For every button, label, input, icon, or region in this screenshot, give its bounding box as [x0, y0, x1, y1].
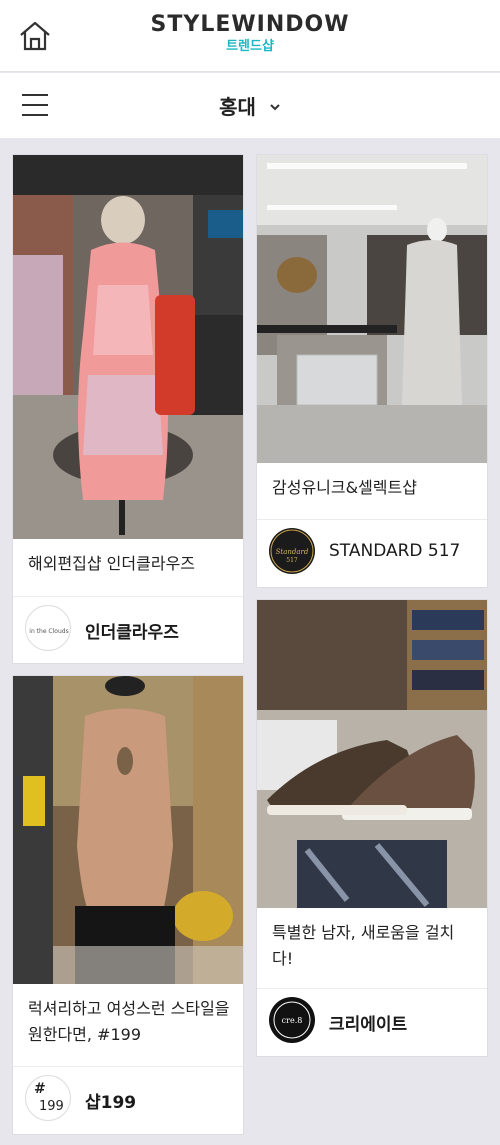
shop-info[interactable]: Standard 517 STANDARD 517 — [267, 528, 477, 578]
shop-info[interactable]: cre.8 크리에이트 — [267, 997, 477, 1047]
avatar-number: 199 — [39, 1099, 64, 1114]
product-photo[interactable] — [257, 155, 487, 463]
card-caption: 감성유니크&셀렉트샵 — [272, 478, 417, 497]
chevron-down-icon — [270, 103, 280, 110]
card-divider — [13, 1066, 243, 1067]
location-selector[interactable]: 홍대 — [0, 91, 500, 120]
product-photo[interactable] — [257, 600, 487, 908]
shop-avatar: # 199 — [25, 1075, 71, 1121]
svg-text:cre.8: cre.8 — [282, 1016, 303, 1025]
top-bar: STYLEWINDOW 트렌드샵 — [0, 0, 500, 72]
location-label: 홍대 — [219, 95, 256, 119]
shop-name: STANDARD 517 — [329, 541, 461, 561]
shop-name: 샵199 — [85, 1093, 137, 1113]
shop-card[interactable]: 해외편집샵 인더클라우즈 in the Clouds 인더클라우즈 — [12, 154, 244, 664]
brand-title: STYLEWINDOW — [150, 12, 350, 37]
shop-info[interactable]: in the Clouds 인더클라우즈 — [23, 605, 233, 655]
shop-card[interactable]: 감성유니크&셀렉트샵 Standard 517 STANDARD 517 — [256, 154, 488, 588]
shop-avatar: in the Clouds — [25, 605, 71, 651]
shop-info[interactable]: # 199 샵199 — [23, 1075, 233, 1125]
card-divider — [13, 596, 243, 597]
product-photo[interactable] — [13, 676, 243, 984]
shop-card[interactable]: 럭셔리하고 여성스런 스타일을 원한다면, #199 # 199 샵199 — [12, 675, 244, 1135]
product-photo[interactable] — [13, 155, 243, 539]
shop-card[interactable]: 특별한 남자, 새로움을 걸치다! cre.8 크리에이트 — [256, 599, 488, 1057]
shop-name: 인더클라우즈 — [85, 623, 179, 643]
card-caption: 럭셔리하고 여성스런 스타일을 원한다면, #199 — [28, 999, 230, 1044]
card-divider — [257, 519, 487, 520]
shop-avatar: Standard 517 — [269, 528, 315, 574]
svg-text:517: 517 — [286, 557, 298, 564]
card-caption: 특별한 남자, 새로움을 걸치다! — [272, 923, 455, 968]
shop-name: 크리에이트 — [329, 1015, 408, 1035]
location-bar: 홍대 — [0, 73, 500, 138]
avatar-hash: # — [34, 1081, 46, 1097]
card-divider — [257, 988, 487, 989]
shop-avatar: cre.8 — [269, 997, 315, 1043]
brand-subtitle: 트렌드샵 — [226, 39, 274, 54]
svg-text:Standard: Standard — [276, 548, 309, 556]
card-caption: 해외편집샵 인더클라우즈 — [28, 554, 196, 573]
svg-text:in the Clouds: in the Clouds — [29, 628, 68, 635]
brand-logo[interactable]: STYLEWINDOW 트렌드샵 — [0, 12, 500, 56]
